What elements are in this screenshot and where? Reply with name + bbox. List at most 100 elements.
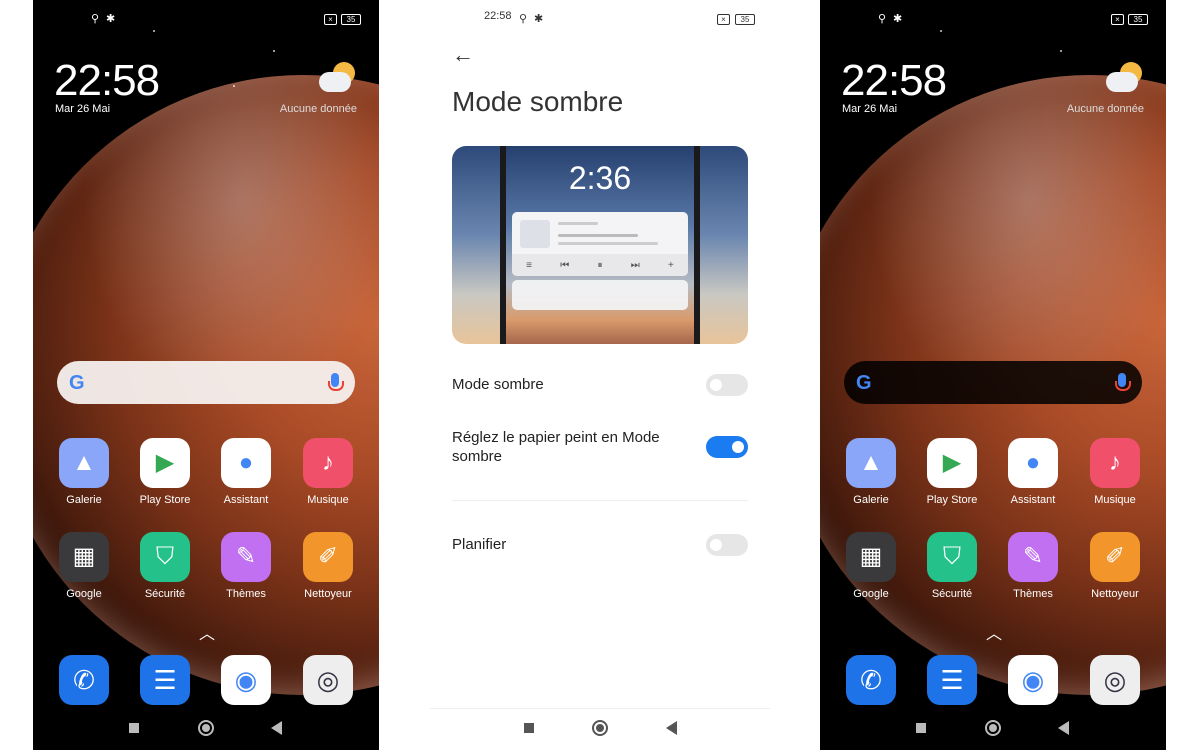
app-label: Galerie	[853, 494, 889, 506]
dock-camera[interactable]: ◎	[1080, 655, 1150, 705]
dock-messages[interactable]: ☰	[130, 655, 200, 705]
lockscreen-clock: 22:58	[841, 56, 947, 105]
messages-icon: ☰	[927, 655, 977, 705]
app-nettoyeur[interactable]: ✐ Nettoyeur	[1080, 532, 1150, 600]
settings-gear-icon: ✱	[106, 13, 116, 25]
gallery-icon: ▲	[846, 438, 896, 488]
gallery-icon: ▲	[59, 438, 109, 488]
weather-status: Aucune donnée	[279, 103, 357, 115]
app-label: Galerie	[66, 494, 102, 506]
battery-icon: 35	[1128, 14, 1148, 25]
star	[233, 85, 235, 87]
preview-phone-frame: 2:36 ≡ ⏮ ⏸ ⏭ +	[500, 146, 700, 344]
app-google[interactable]: ▦ Google	[836, 532, 906, 600]
setting-row-dark-wallpaper[interactable]: Réglez le papier peint en Mode sombre	[452, 428, 748, 466]
app-galerie[interactable]: ▲ Galerie	[836, 438, 906, 506]
divider	[452, 500, 748, 501]
dark-mode-toggle[interactable]	[706, 374, 748, 396]
security-shield-icon: ⛉	[927, 532, 977, 582]
recents-button[interactable]	[916, 723, 926, 733]
home-screen-dark-search: ⚲ ✱ × 35 22:58 Mar 26 Mai Aucune donnée …	[820, 0, 1166, 750]
dock-chrome[interactable]: ◉	[211, 655, 281, 705]
dock-camera[interactable]: ◎	[293, 655, 363, 705]
date-label: Mar 26 Mai	[842, 103, 898, 115]
back-arrow-icon[interactable]: ←	[452, 42, 474, 68]
app-musique[interactable]: ♪ Musique	[293, 438, 363, 506]
setting-label: Planifier	[452, 536, 507, 553]
phone-icon: ✆	[846, 655, 896, 705]
no-sim-icon: ×	[324, 14, 337, 25]
recents-button[interactable]	[129, 723, 139, 733]
google-search-bar[interactable]: G	[844, 361, 1142, 404]
divider	[430, 708, 770, 709]
app-sécurité[interactable]: ⛉ Sécurité	[130, 532, 200, 600]
google-folder-icon: ▦	[59, 532, 109, 582]
date-label: Mar 26 Mai	[55, 103, 111, 115]
setting-row-schedule[interactable]: Planifier	[452, 534, 748, 556]
dock-messages[interactable]: ☰	[917, 655, 987, 705]
setting-label: Réglez le papier peint en Mode sombre	[452, 429, 660, 465]
microphone-icon[interactable]	[328, 373, 344, 391]
play-store-icon: ▶	[927, 438, 977, 488]
app-assistant[interactable]: ● Assistant	[998, 438, 1068, 506]
dark-mode-settings-screen: 22:58 ⚲ ✱ × 35 ← Mode sombre 2:36 ≡ ⏮ ⏸ …	[430, 0, 770, 750]
app-label: Musique	[1094, 494, 1136, 506]
dark-mode-preview-image: 2:36 ≡ ⏮ ⏸ ⏭ +	[452, 146, 748, 344]
app-thèmes[interactable]: ✎ Thèmes	[211, 532, 281, 600]
location-icon: ⚲	[91, 13, 100, 25]
preview-notification	[512, 280, 688, 310]
music-icon: ♪	[1090, 438, 1140, 488]
setting-row-dark-mode[interactable]: Mode sombre	[452, 374, 748, 396]
queue-icon: ≡	[526, 259, 532, 271]
recents-button[interactable]	[524, 723, 534, 733]
app-galerie[interactable]: ▲ Galerie	[49, 438, 119, 506]
app-assistant[interactable]: ● Assistant	[211, 438, 281, 506]
pause-icon: ⏸	[597, 259, 603, 271]
back-button[interactable]	[666, 721, 677, 735]
preview-media-controls: ≡ ⏮ ⏸ ⏭ +	[512, 254, 688, 276]
app-label: Sécurité	[931, 588, 973, 600]
back-button[interactable]	[1058, 721, 1069, 735]
app-google[interactable]: ▦ Google	[49, 532, 119, 600]
navigation-bar	[820, 718, 1166, 740]
navigation-bar	[33, 718, 379, 740]
page-title: Mode sombre	[452, 86, 624, 117]
partly-cloudy-icon[interactable]	[1104, 62, 1144, 98]
dark-wallpaper-toggle[interactable]	[706, 436, 748, 458]
chrome-icon: ◉	[221, 655, 271, 705]
star	[940, 30, 942, 32]
dock-phone[interactable]: ✆	[836, 655, 906, 705]
app-label: Thèmes	[1013, 588, 1053, 600]
app-musique[interactable]: ♪ Musique	[1080, 438, 1150, 506]
home-button[interactable]	[592, 720, 608, 736]
google-logo-icon: G	[856, 372, 872, 394]
app-label: Assistant	[223, 494, 269, 506]
app-play-store[interactable]: ▶ Play Store	[130, 438, 200, 506]
app-sécurité[interactable]: ⛉ Sécurité	[917, 532, 987, 600]
chevron-up-icon[interactable]: ︿	[199, 620, 215, 644]
play-store-icon: ▶	[140, 438, 190, 488]
no-sim-icon: ×	[1111, 14, 1124, 25]
battery-icon: 35	[735, 14, 755, 25]
dock-phone[interactable]: ✆	[49, 655, 119, 705]
microphone-icon[interactable]	[1115, 373, 1131, 391]
preview-clock: 2:36	[568, 160, 632, 196]
app-label: Google	[66, 588, 102, 600]
app-nettoyeur[interactable]: ✐ Nettoyeur	[293, 532, 363, 600]
schedule-toggle[interactable]	[706, 534, 748, 556]
back-button[interactable]	[271, 721, 282, 735]
home-button[interactable]	[198, 720, 214, 736]
location-icon: ⚲	[878, 13, 887, 25]
app-play-store[interactable]: ▶ Play Store	[917, 438, 987, 506]
app-thèmes[interactable]: ✎ Thèmes	[998, 532, 1068, 600]
themes-brush-icon: ✎	[221, 532, 271, 582]
google-search-bar[interactable]: G	[57, 361, 355, 404]
google-folder-icon: ▦	[846, 532, 896, 582]
phone-icon: ✆	[59, 655, 109, 705]
partly-cloudy-icon[interactable]	[317, 62, 357, 98]
chevron-up-icon[interactable]: ︿	[986, 620, 1002, 644]
app-label: Google	[853, 588, 889, 600]
home-button[interactable]	[985, 720, 1001, 736]
status-bar: 22:58 ⚲ ✱ × 35	[430, 10, 770, 28]
dock-chrome[interactable]: ◉	[998, 655, 1068, 705]
